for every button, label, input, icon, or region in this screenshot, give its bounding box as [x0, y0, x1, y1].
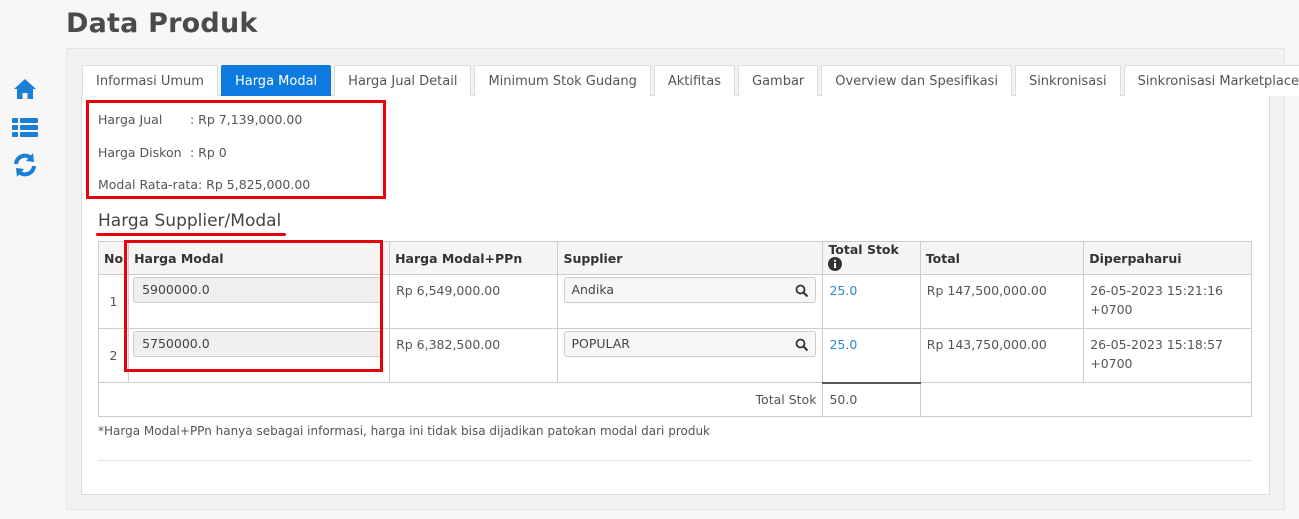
- table-total-row: Total Stok 50.0: [97, 381, 1253, 417]
- col-harga-modal-ppn: Harga Modal+PPn: [389, 241, 559, 275]
- tab-sinkronisasi-marketplace[interactable]: Sinkronisasi Marketplace: [1123, 65, 1299, 96]
- cell-supplier: POPULAR: [557, 328, 824, 383]
- page-title: Data Produk: [66, 8, 258, 39]
- col-harga-modal: Harga Modal: [128, 241, 391, 275]
- divider: [98, 460, 1252, 461]
- tab-informasi-umum[interactable]: Informasi Umum: [82, 65, 218, 96]
- info-circle-icon[interactable]: [828, 257, 843, 274]
- harga-jual-row: Harga Jual : Rp 7,139,000.00: [98, 112, 302, 127]
- tab-aktifitas[interactable]: Aktifitas: [653, 65, 735, 96]
- cell-diperbaharui: 26-05-2023 15:18:57 +0700: [1083, 328, 1252, 383]
- harga-diskon-label: Harga Diskon: [98, 145, 182, 160]
- home-icon[interactable]: [10, 74, 40, 106]
- tab-gambar[interactable]: Gambar: [738, 65, 819, 96]
- stok-link[interactable]: 25.0: [829, 337, 857, 352]
- tab-harga-modal[interactable]: Harga Modal: [220, 65, 332, 96]
- cell-harga-ppn: Rp 6,549,000.00: [389, 274, 559, 329]
- harga-diskon-value: : Rp 0: [190, 145, 227, 160]
- modal-rata-rata-value: Rp 5,825,000.00: [206, 177, 311, 192]
- cell-total: Rp 143,750,000.00: [919, 328, 1085, 383]
- col-total: Total: [919, 241, 1085, 275]
- tab-overview-spesifikasi[interactable]: Overview dan Spesifikasi: [821, 65, 1012, 96]
- cell-diperbaharui: 26-05-2023 15:21:16 +0700: [1083, 274, 1252, 329]
- tab-sinkronisasi[interactable]: Sinkronisasi: [1014, 65, 1121, 96]
- stok-link[interactable]: 25.0: [829, 283, 857, 298]
- cell-total: Rp 147,500,000.00: [919, 274, 1085, 329]
- search-icon[interactable]: [795, 282, 811, 298]
- supplier-select[interactable]: POPULAR: [564, 331, 817, 357]
- cell-stok: 25.0: [822, 274, 921, 329]
- footnote: *Harga Modal+PPn hanya sebagai informasi…: [98, 424, 710, 438]
- col-supplier: Supplier: [557, 241, 824, 275]
- total-stok-value: 50.0: [822, 381, 921, 417]
- supplier-select[interactable]: Andika: [564, 277, 817, 303]
- total-stok-label: Total Stok: [97, 382, 824, 417]
- cell-harga-modal: 5900000.0: [128, 274, 391, 329]
- tab-minimum-stok-gudang[interactable]: Minimum Stok Gudang: [474, 65, 651, 96]
- left-sidebar: [10, 74, 40, 188]
- modal-rata-rata-row: Modal Rata-rata: Rp 5,825,000.00: [98, 177, 310, 192]
- cell-harga-ppn: Rp 6,382,500.00: [389, 328, 559, 383]
- table-row: 1 5900000.0 Rp 6,549,000.00 Andika 25.0 …: [97, 274, 1252, 329]
- harga-modal-input[interactable]: 5900000.0: [133, 277, 384, 303]
- col-diperbaharui: Diperpaharui: [1083, 241, 1252, 275]
- harga-jual-value: : Rp 7,139,000.00: [190, 112, 303, 127]
- col-total-stok-label: Total Stok: [828, 242, 899, 257]
- col-no: No: [97, 241, 130, 275]
- harga-modal-input[interactable]: 5750000.0: [133, 331, 384, 357]
- section-title: Harga Supplier/Modal: [98, 211, 282, 231]
- row-no: 2: [97, 328, 130, 383]
- table-row: 2 5750000.0 Rp 6,382,500.00 POPULAR 25.0…: [97, 328, 1252, 383]
- list-icon[interactable]: [10, 112, 40, 144]
- col-total-stok: Total Stok: [822, 241, 921, 275]
- updated-timezone: +0700: [1090, 356, 1133, 371]
- supplier-price-table: No Harga Modal Harga Modal+PPn Supplier …: [97, 241, 1253, 417]
- modal-rata-rata-label: Modal Rata-rata:: [98, 177, 203, 192]
- table-header-row: No Harga Modal Harga Modal+PPn Supplier …: [97, 241, 1252, 275]
- updated-timezone: +0700: [1090, 302, 1133, 317]
- supplier-value: POPULAR: [571, 336, 630, 351]
- cell-supplier: Andika: [557, 274, 824, 329]
- row-no: 1: [97, 274, 130, 329]
- updated-datetime: 26-05-2023 15:18:57: [1090, 337, 1223, 352]
- tab-bar: Informasi Umum Harga Modal Harga Jual De…: [82, 65, 1299, 96]
- cell-stok: 25.0: [822, 328, 921, 383]
- cell-harga-modal: 5750000.0: [128, 328, 391, 383]
- supplier-value: Andika: [571, 282, 614, 297]
- harga-diskon-row: Harga Diskon : Rp 0: [98, 145, 227, 160]
- total-empty-cell: [919, 382, 1253, 417]
- search-icon[interactable]: [795, 336, 811, 352]
- tab-harga-jual-detail[interactable]: Harga Jual Detail: [334, 65, 472, 96]
- highlight-underline: [96, 233, 286, 236]
- updated-datetime: 26-05-2023 15:21:16: [1090, 283, 1223, 298]
- refresh-icon[interactable]: [10, 150, 40, 182]
- harga-jual-label: Harga Jual: [98, 112, 163, 127]
